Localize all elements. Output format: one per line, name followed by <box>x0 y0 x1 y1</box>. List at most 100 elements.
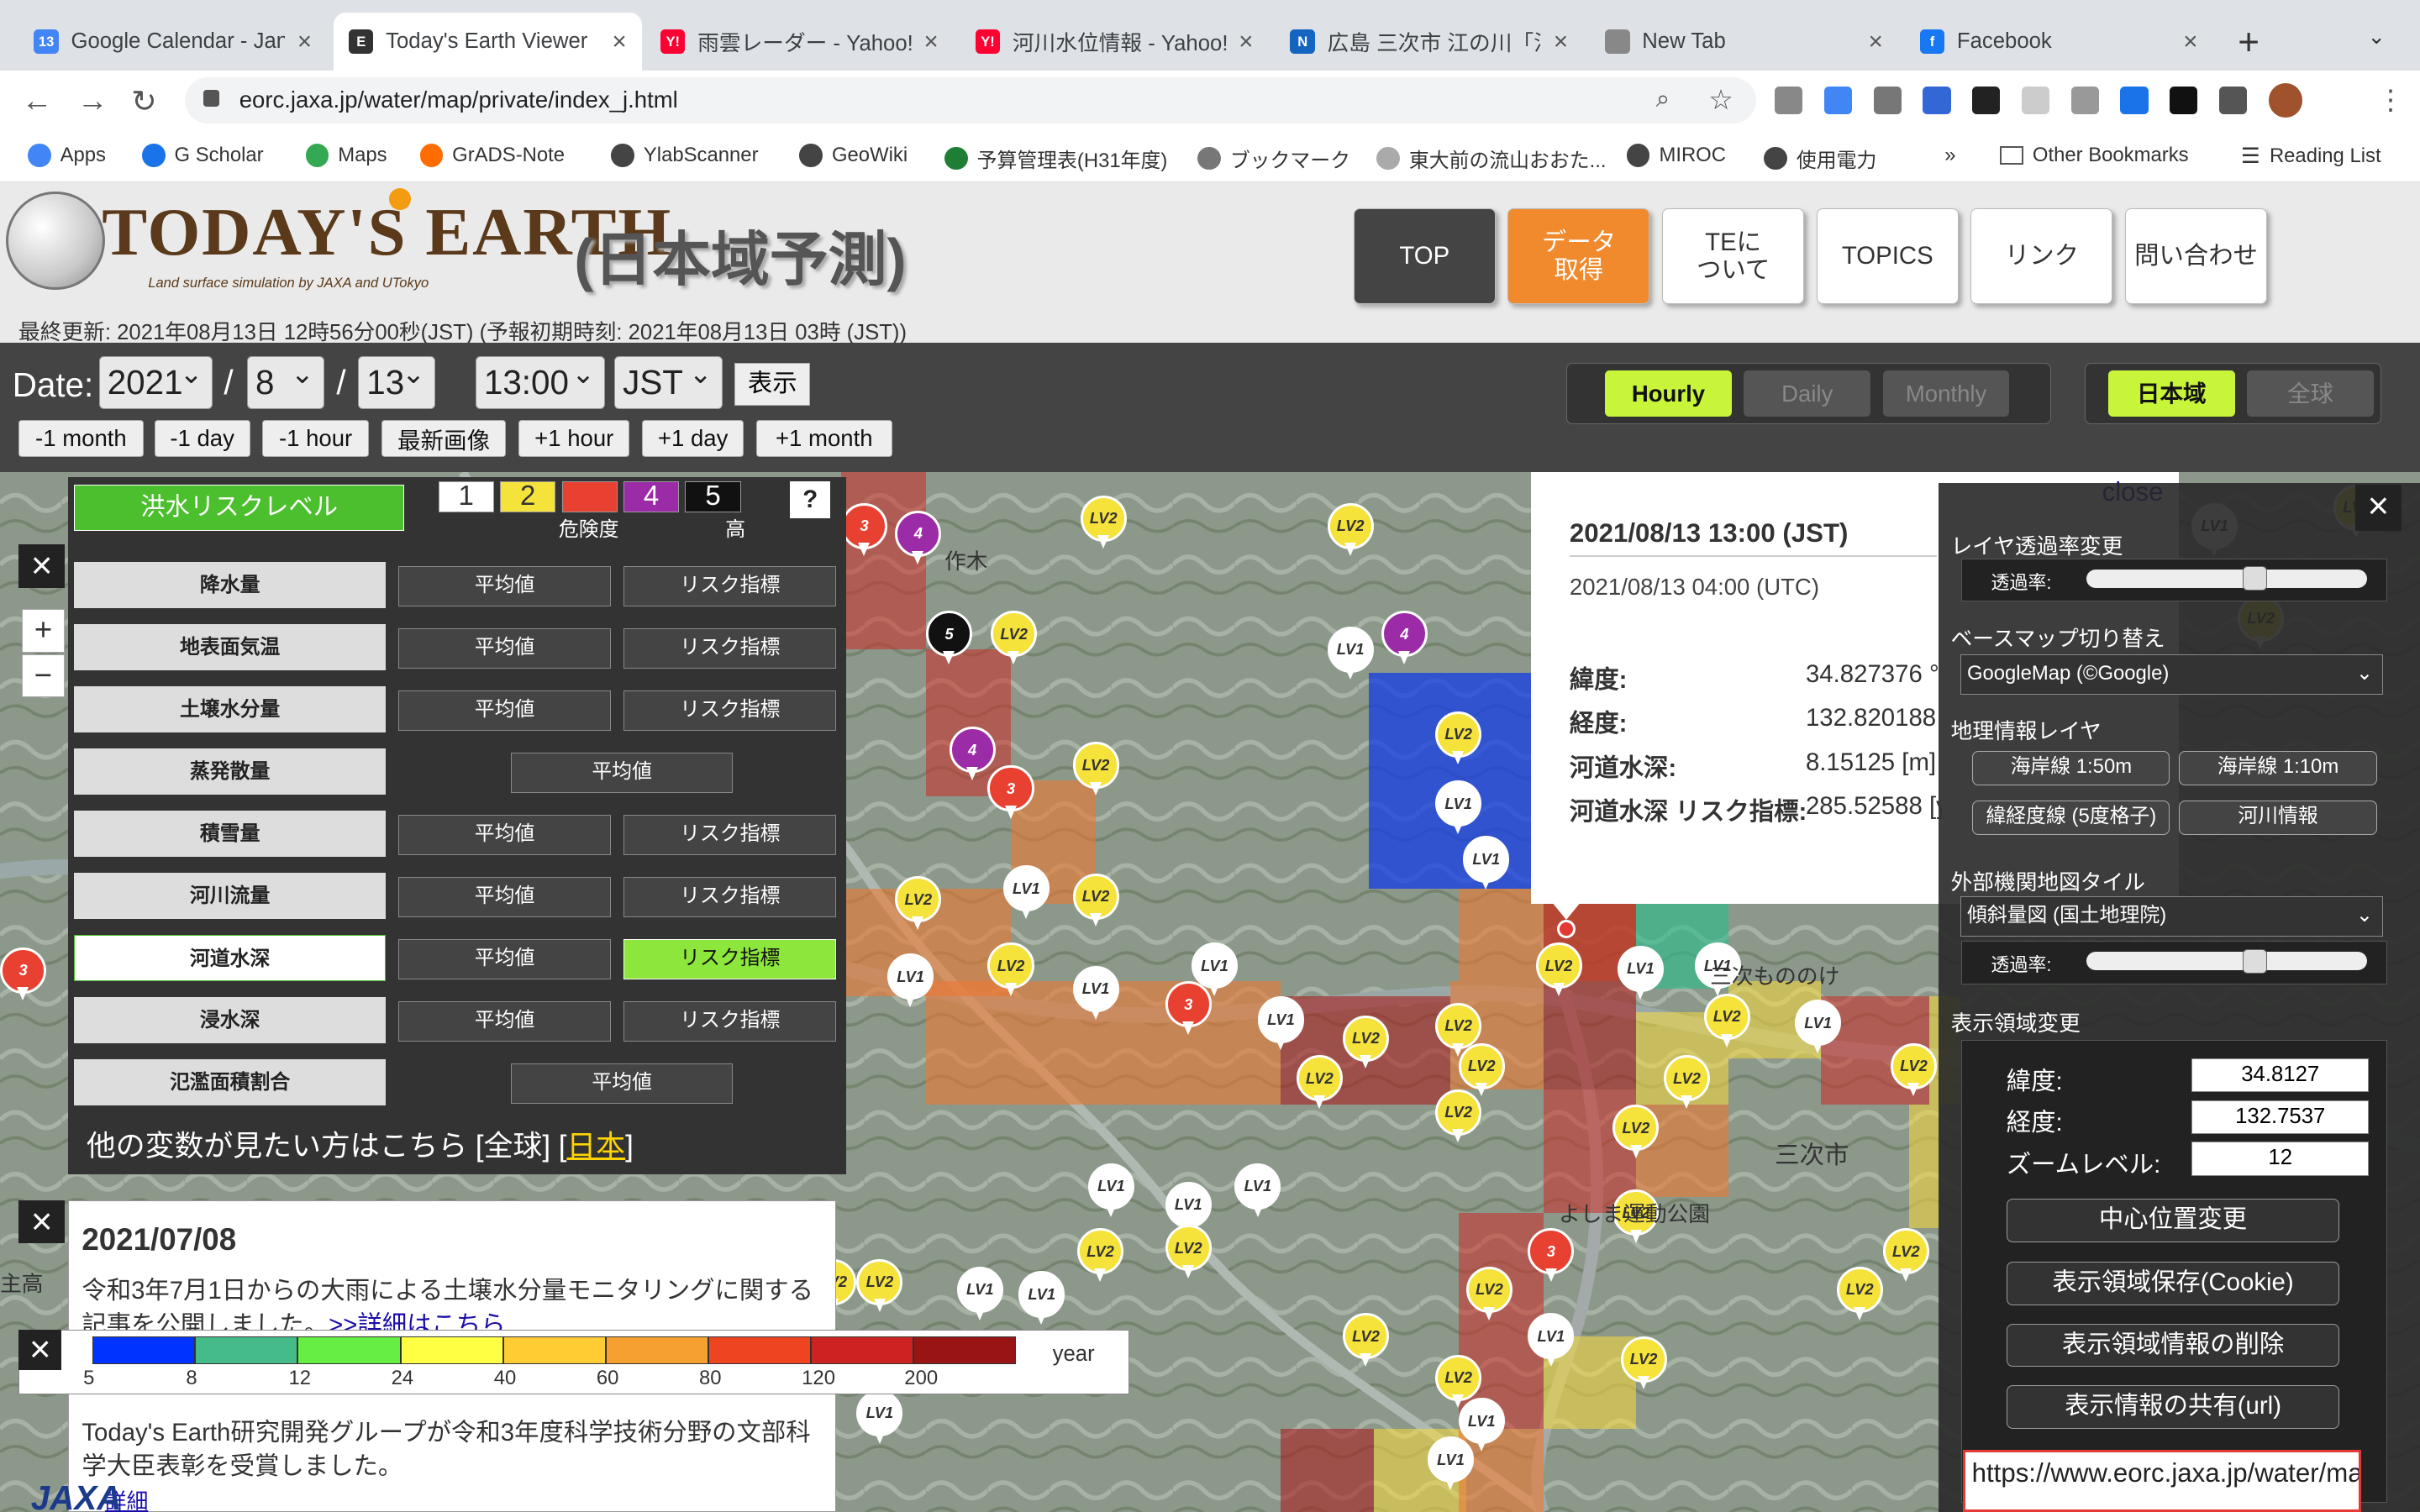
risk-marker-lv1[interactable]: LV1 <box>1087 1163 1134 1219</box>
risk-marker-lv2[interactable]: LV2 <box>1882 1227 1929 1284</box>
average-button[interactable]: 平均値 <box>397 690 612 731</box>
bookmark-item[interactable]: MIROC <box>1626 144 1726 167</box>
browser-tab[interactable]: Y! 雨雲レーダー - Yahoo!天 × <box>645 13 954 71</box>
close-legend-icon[interactable]: × <box>18 1330 62 1370</box>
geo-layer-button[interactable]: 海岸線 1:10m <box>2179 751 2377 785</box>
average-button[interactable]: 平均値 <box>510 753 734 793</box>
time-select[interactable]: 13:00 <box>475 356 605 409</box>
risk-marker-lv2[interactable]: LV2 <box>1327 502 1374 559</box>
extension-icons[interactable] <box>1775 83 2303 118</box>
period-daily-button[interactable]: Daily <box>1744 370 1871 417</box>
risk-index-button[interactable]: リスク指標 <box>623 1001 837 1042</box>
show-button[interactable]: 表示 <box>734 362 811 407</box>
step-button[interactable]: +1 day <box>642 419 744 457</box>
risk-index-button[interactable]: リスク指標 <box>623 690 837 731</box>
browser-tab[interactable]: Y! 河川水位情報 - Yahoo!天 × <box>960 13 1268 71</box>
calendar-ext-icon[interactable] <box>2120 86 2149 114</box>
close-tab-icon[interactable]: × <box>924 28 939 56</box>
browser-tab[interactable]: E Today's Earth Viewer × <box>333 12 643 71</box>
risk-marker-lv1[interactable]: LV1 <box>1427 1436 1475 1492</box>
risk-marker-lv3[interactable]: 3 <box>1528 1227 1575 1284</box>
timezone-select[interactable]: JST <box>614 356 723 409</box>
risk-index-button[interactable]: リスク指標 <box>623 566 837 606</box>
forward-icon[interactable]: → <box>77 83 108 118</box>
risk-marker-lv1[interactable]: LV1 <box>887 953 934 1009</box>
month-select[interactable]: 8 <box>246 356 324 409</box>
step-button[interactable]: 最新画像 <box>381 419 507 457</box>
close-variable-panel-icon[interactable]: × <box>18 544 66 588</box>
bookmark-item[interactable]: Apps <box>28 144 106 167</box>
risk-marker-lv1[interactable]: LV1 <box>1795 1000 1842 1055</box>
risk-marker-lv2[interactable]: LV2 <box>1296 1055 1343 1110</box>
ext-opacity-slider[interactable] <box>2086 952 2368 971</box>
risk-marker-lv2[interactable]: LV2 <box>1535 942 1582 998</box>
risk-marker-lv2[interactable]: LV2 <box>1072 742 1119 797</box>
close-tab-icon[interactable]: × <box>1554 28 1568 56</box>
nav-button[interactable]: 問い合わせ <box>2125 207 2268 304</box>
risk-marker-lv1[interactable]: LV1 <box>1234 1163 1281 1219</box>
risk-marker-lv3[interactable]: 3 <box>1165 981 1212 1037</box>
ext-icon[interactable] <box>1923 86 1951 114</box>
new-tab-icon[interactable]: + <box>2238 22 2260 64</box>
bookmark-item[interactable]: 東大前の流山おおた... <box>1376 144 1607 173</box>
average-button[interactable]: 平均値 <box>397 815 612 855</box>
zoom-in-button[interactable]: + <box>21 609 66 653</box>
other-bookmarks[interactable]: Other Bookmarks <box>2000 144 2189 167</box>
step-button[interactable]: -1 month <box>18 419 144 457</box>
opacity-slider-handle[interactable] <box>2243 566 2268 591</box>
view-action-button[interactable]: 表示領域保存(Cookie) <box>2006 1262 2340 1305</box>
risk-index-button[interactable]: リスク指標 <box>623 628 837 669</box>
risk-marker-lv1[interactable]: LV1 <box>1072 965 1119 1021</box>
risk-marker-lv2[interactable]: LV2 <box>1165 1225 1212 1280</box>
zoom-out-button[interactable]: − <box>21 654 66 698</box>
risk-marker-lv2[interactable]: LV2 <box>1072 873 1119 929</box>
browser-tab[interactable]: N 広島 三次市 江の川「氾濫 × <box>1275 13 1583 71</box>
risk-level-swatch[interactable]: 4 <box>623 481 680 512</box>
ext-icon[interactable] <box>2021 86 2049 114</box>
puzzle-icon[interactable] <box>2218 86 2247 114</box>
close-settings-icon[interactable]: × <box>2354 484 2402 531</box>
external-tile-select[interactable]: 傾斜量図 (国土地理院) ⌄ <box>1960 896 2383 937</box>
ext-icon[interactable] <box>1775 86 1803 114</box>
bookmark-item[interactable]: ブックマーク <box>1197 144 1350 173</box>
risk-marker-lv1[interactable]: LV1 <box>1463 836 1510 891</box>
risk-marker-lv4[interactable]: 4 <box>1381 611 1428 666</box>
region-button[interactable]: 日本域 <box>2107 370 2235 417</box>
bookmark-item[interactable]: GrADS-Note <box>419 144 565 167</box>
bookmark-item[interactable]: G Scholar <box>141 144 264 167</box>
risk-marker-lv2[interactable]: LV2 <box>1342 1015 1390 1071</box>
star-icon[interactable]: ☆ <box>1708 83 1733 117</box>
average-button[interactable]: 平均値 <box>397 877 612 917</box>
risk-marker-lv2[interactable]: LV2 <box>991 611 1038 666</box>
view-action-button[interactable]: 中心位置変更 <box>2006 1199 2340 1242</box>
risk-marker-lv2[interactable]: LV2 <box>1080 495 1127 551</box>
risk-index-button[interactable]: リスク指標 <box>623 877 837 917</box>
nav-button[interactable]: TOPICS <box>1816 207 1959 304</box>
step-button[interactable]: +1 hour <box>518 419 630 457</box>
geo-layer-button[interactable]: 緯経度線 (5度格子) <box>1972 801 2170 835</box>
ext-opacity-slider-handle[interactable] <box>2243 948 2268 974</box>
risk-marker-lv1[interactable]: LV1 <box>1257 996 1304 1052</box>
risk-marker-lv4[interactable]: 4 <box>895 510 942 566</box>
nav-button[interactable]: リンク <box>1970 207 2113 304</box>
zoom-icon[interactable]: ⌕ <box>1656 85 1670 113</box>
opacity-slider[interactable] <box>2086 569 2368 588</box>
risk-marker-lv1[interactable]: LV1 <box>1617 945 1664 1001</box>
close-news-icon[interactable]: × <box>18 1200 66 1244</box>
ext-icon[interactable] <box>2070 86 2099 114</box>
nav-button[interactable]: TEに ついて <box>1662 207 1805 304</box>
avatar[interactable] <box>2268 83 2303 118</box>
risk-marker-lv2[interactable]: LV2 <box>1465 1266 1512 1322</box>
close-tab-icon[interactable]: × <box>613 28 627 56</box>
risk-marker-lv2[interactable]: LV2 <box>1703 993 1750 1049</box>
tab-search-icon[interactable]: ⌄ <box>2367 24 2386 50</box>
year-select[interactable]: 2021 <box>98 356 213 409</box>
close-tab-icon[interactable]: × <box>297 28 312 56</box>
period-hourly-button[interactable]: Hourly <box>1605 370 1732 417</box>
bookmark-item[interactable]: YlabScanner <box>611 144 759 167</box>
risk-marker-lv5[interactable]: 5 <box>926 611 973 666</box>
browser-tab[interactable]: 13 Google Calendar - Jan × <box>18 13 327 71</box>
average-button[interactable]: 平均値 <box>510 1063 734 1104</box>
average-button[interactable]: 平均値 <box>397 1001 612 1042</box>
reading-list[interactable]: ☰ Reading List <box>2241 144 2381 169</box>
